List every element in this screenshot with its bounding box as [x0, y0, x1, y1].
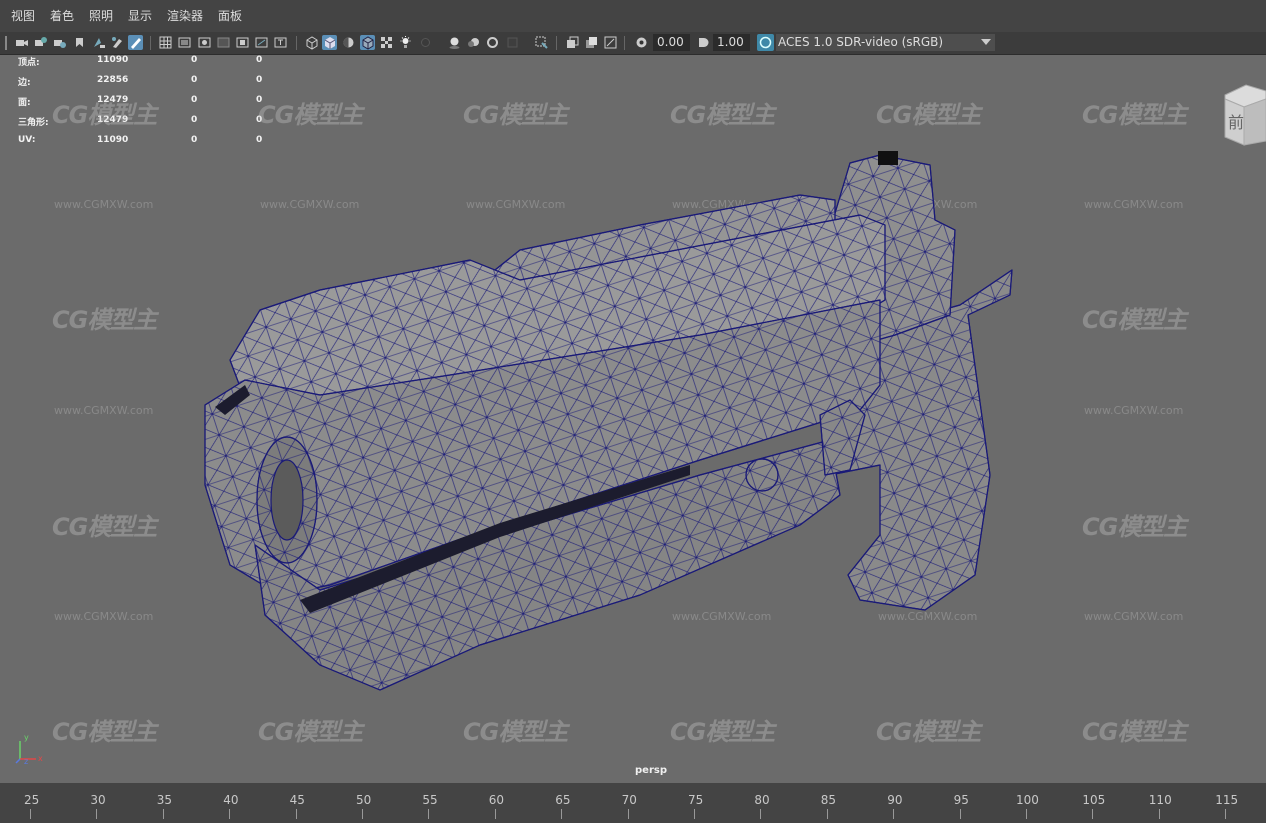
timeline-tick — [162, 809, 164, 819]
menu-shading[interactable]: 着色 — [50, 7, 74, 24]
chevron-down-icon — [981, 39, 991, 45]
revolver-body — [204, 151, 1013, 691]
xray-icon[interactable] — [565, 35, 580, 50]
timeline-tick — [959, 809, 961, 819]
timeline-frame-label: 25 — [24, 793, 40, 807]
timeline-tick — [627, 809, 629, 819]
timeline-frame-label: 115 — [1215, 793, 1239, 807]
view-transform-value: ACES 1.0 SDR-video (sRGB) — [778, 35, 944, 49]
menu-show[interactable]: 显示 — [128, 7, 152, 24]
grease-pencil-icon[interactable] — [110, 35, 125, 50]
wireframe-cube-icon[interactable] — [304, 35, 319, 50]
grid-icon[interactable] — [158, 35, 173, 50]
camera-bookmark-icon[interactable] — [52, 35, 67, 50]
xray-joints-icon[interactable] — [603, 35, 618, 50]
revolver-mesh[interactable] — [0, 55, 1266, 783]
textured-icon[interactable] — [379, 35, 394, 50]
view-cube[interactable]: 前 — [1222, 81, 1266, 147]
timeline-frame-label: 90 — [887, 793, 903, 807]
timeline-tick — [1026, 809, 1027, 819]
timeline-tick — [826, 809, 828, 819]
screen-space-ao-icon[interactable] — [447, 35, 462, 50]
wireframe-on-shaded-icon[interactable] — [128, 35, 143, 50]
camera-attributes-icon[interactable] — [33, 35, 48, 50]
timeline-tick — [1225, 809, 1227, 819]
view-transform-select[interactable]: ACES 1.0 SDR-video (sRGB) — [776, 34, 995, 51]
motion-blur-icon[interactable] — [466, 35, 481, 50]
shadows-icon[interactable] — [418, 35, 433, 50]
axis-x-label: x — [38, 754, 43, 763]
film-gate-icon[interactable] — [177, 35, 192, 50]
menu-panels[interactable]: 面板 — [218, 7, 242, 24]
timeline-frame-label: 60 — [488, 793, 505, 807]
axis-gizmo: y x z — [14, 733, 46, 766]
use-all-lights-icon[interactable] — [398, 35, 413, 50]
axis-y-label: y — [24, 733, 29, 742]
menu-lighting[interactable]: 照明 — [89, 7, 113, 24]
timeline-tick — [694, 809, 695, 819]
field-chart-icon[interactable] — [235, 35, 250, 50]
timeline-tick — [428, 809, 430, 819]
time-slider[interactable]: 25 30 35 40 45 50 55 60 65 70 75 80 85 90 95 100 105 110 1… — [0, 783, 1266, 823]
xray-active-components-icon[interactable] — [584, 35, 599, 50]
timeline-tick — [30, 809, 31, 819]
timeline-tick — [893, 809, 895, 819]
timeline-frame-label: 55 — [422, 793, 438, 807]
exposure-icon[interactable] — [634, 35, 649, 50]
timeline-frame-label: 80 — [754, 793, 770, 807]
resolution-gate-icon[interactable] — [197, 35, 212, 50]
timeline-tick — [96, 809, 98, 819]
toolbar-grip[interactable] — [5, 36, 7, 50]
panel-menu-bar: 视图 着色 照明 显示 渲染器 面板 — [0, 0, 1266, 33]
panel-toolbar: 0.00 1.00 ACES 1.0 SDR-video (sRGB) — [0, 32, 1266, 55]
timeline-tick — [1158, 809, 1160, 819]
timeline-tick — [494, 809, 496, 819]
safe-title-icon[interactable] — [273, 35, 288, 50]
axis-z-label: z — [24, 757, 29, 766]
exposure-field[interactable]: 0.00 — [653, 34, 690, 51]
timeline-frame-label: 70 — [621, 793, 637, 807]
gamma-icon[interactable] — [696, 35, 711, 50]
timeline-tick — [229, 809, 231, 819]
image-plane-icon[interactable] — [72, 35, 87, 50]
timeline-frame-label: 105 — [1082, 793, 1106, 807]
depth-of-field-icon[interactable] — [505, 35, 520, 50]
multisample-aa-icon[interactable] — [485, 35, 500, 50]
camera-name-label: persp — [635, 765, 667, 776]
timeline-tick — [362, 809, 363, 819]
timeline-frame-label: 100 — [1016, 793, 1039, 807]
timeline-frame-label: 85 — [820, 793, 837, 807]
wireframe-on-shaded-cube-icon[interactable] — [360, 35, 375, 50]
timeline-frame-label: 65 — [555, 793, 571, 807]
timeline-frame-label: 45 — [289, 793, 305, 807]
menu-renderer[interactable]: 渲染器 — [167, 7, 203, 24]
smooth-shade-cube-icon[interactable] — [322, 35, 337, 50]
timeline-tick — [295, 809, 297, 819]
timeline-tick — [561, 809, 563, 819]
timeline-tick — [760, 809, 762, 819]
timeline-frame-label: 40 — [223, 793, 239, 807]
menu-view[interactable]: 视图 — [11, 7, 35, 24]
timeline-frame-label: 95 — [953, 793, 969, 807]
timeline-frame-label: 50 — [356, 793, 372, 807]
default-material-icon[interactable] — [341, 35, 356, 50]
two-d-pan-zoom-icon[interactable] — [91, 35, 106, 50]
safe-action-icon[interactable] — [254, 35, 269, 50]
view-cube-front-label: 前 — [1228, 113, 1245, 132]
gate-mask-icon[interactable] — [216, 35, 231, 50]
timeline-tick — [1092, 809, 1094, 819]
timeline-frame-label: 30 — [90, 793, 106, 807]
color-management-icon[interactable] — [757, 34, 774, 51]
isolate-select-icon[interactable] — [534, 35, 549, 50]
timeline-frame-label: 75 — [688, 793, 704, 807]
timeline-frame-label: 35 — [156, 793, 173, 807]
3d-viewport[interactable]: 顶点: 11090 0 0 边: 22856 0 0 面: 12479 0 0 … — [0, 55, 1266, 783]
gamma-field[interactable]: 1.00 — [713, 34, 750, 51]
timeline-frame-label: 110 — [1148, 793, 1172, 807]
select-camera-icon[interactable] — [14, 35, 29, 50]
